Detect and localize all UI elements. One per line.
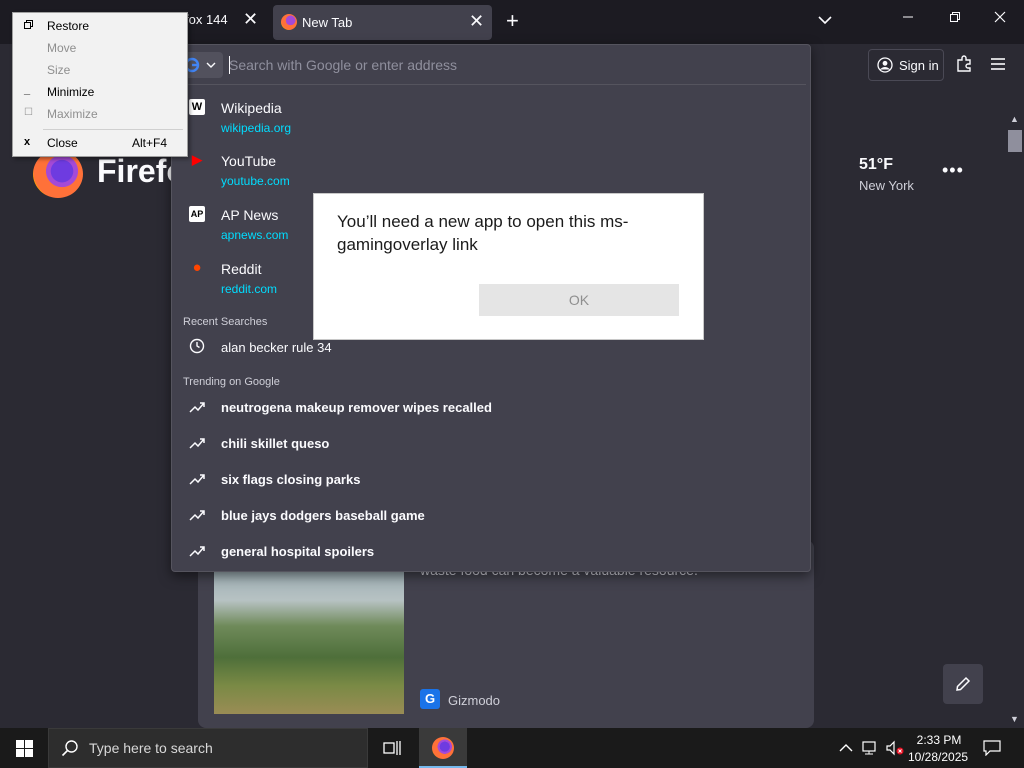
scroll-down-arrow-icon[interactable]: ▼ [1010,714,1019,724]
trending-item[interactable]: blue jays dodgers baseball game [221,508,425,523]
menu-item-close[interactable]: Close [47,136,78,150]
menu-item-minimize[interactable]: Minimize [47,85,94,99]
menu-item-maximize[interactable]: Maximize [47,107,98,121]
top-site-url[interactable]: youtube.com [221,174,290,188]
trending-arrow-icon [189,544,205,562]
window-restore-icon[interactable] [949,10,961,28]
task-view-icon[interactable] [383,740,401,761]
taskbar-clock-time[interactable]: 2:33 PM [916,733,962,747]
tab-close-icon[interactable]: ✕ [469,11,484,32]
recent-search-item[interactable]: alan becker rule 34 [221,340,332,355]
maximize-icon: ☐ [24,107,33,118]
menu-separator [43,129,183,130]
top-site-url[interactable]: wikipedia.org [221,121,291,135]
story-image[interactable] [214,572,404,714]
url-input[interactable] [229,56,789,74]
taskbar-clock-date[interactable]: 10/28/2025 [908,750,968,764]
pencil-icon [956,676,971,691]
top-site-title[interactable]: YouTube [221,153,276,169]
chevron-down-icon [206,62,216,68]
trending-item[interactable]: chili skillet queso [221,436,329,451]
tab-previous-label[interactable]: fox 144 [185,12,228,27]
restore-icon [24,20,33,31]
search-icon [61,740,78,757]
top-site-title[interactable]: AP News [221,207,278,223]
extensions-puzzle-icon[interactable] [955,55,973,78]
page-scrollbar[interactable] [1006,112,1024,728]
new-tab-button[interactable]: + [506,8,519,34]
recent-searches-heading: Recent Searches [183,316,268,328]
weather-more-options-icon[interactable]: ••• [942,160,964,181]
weather-temperature[interactable]: 51°F [859,156,893,174]
dialog-message: You’ll need a new app to open this ms-ga… [337,212,629,254]
trending-item[interactable]: six flags closing parks [221,472,360,487]
tab-label: New Tab [302,15,353,30]
top-site-url[interactable]: reddit.com [221,282,277,296]
scroll-up-arrow-icon[interactable]: ▲ [1010,114,1019,124]
youtube-icon: ▶ [192,152,202,167]
sign-in-label: Sign in [899,57,939,73]
tab-previous-close-icon[interactable]: ✕ [243,9,258,30]
sign-in-button[interactable]: Sign in [868,49,944,81]
ap-news-icon: AP [189,206,205,222]
trending-arrow-icon [189,508,205,526]
firefox-tab-icon [281,14,297,30]
network-icon[interactable] [862,740,880,759]
taskbar-search-placeholder: Type here to search [89,740,213,756]
window-close-icon[interactable] [994,10,1006,28]
url-divider [176,84,806,85]
windows-start-icon[interactable] [16,740,33,762]
minimize-icon: _ [24,84,31,96]
text-caret [229,56,230,74]
top-site-url[interactable]: apnews.com [221,228,288,242]
list-all-tabs-chevron-icon[interactable] [818,12,832,30]
taskbar-search-box[interactable]: Type here to search [48,728,368,768]
account-icon [877,57,893,73]
firefox-icon [432,737,454,759]
weather-location[interactable]: New York [859,178,914,193]
window-minimize-icon[interactable] [902,10,914,28]
history-clock-icon [189,338,205,359]
top-site-title[interactable]: Reddit [221,261,261,277]
trending-arrow-icon [189,436,205,454]
firefox-logo [33,150,83,198]
tab-new-tab[interactable]: New Tab ✕ [273,5,492,40]
menu-item-move[interactable]: Move [47,41,76,55]
notifications-icon[interactable] [983,740,1001,759]
wikipedia-icon: W [189,99,205,115]
trending-arrow-icon [189,400,205,418]
close-icon: x [24,136,31,148]
top-site-title[interactable]: Wikipedia [221,100,282,116]
taskbar-firefox-button[interactable] [419,728,467,768]
show-hidden-icons-chevron-icon[interactable] [839,740,853,756]
trending-heading: Trending on Google [183,376,280,388]
hamburger-menu-icon[interactable] [990,57,1006,76]
scrollbar-thumb[interactable] [1008,130,1022,152]
menu-item-restore[interactable]: Restore [47,19,89,33]
volume-muted-icon[interactable] [886,740,904,759]
gizmodo-logo-icon: G [420,689,440,709]
close-shortcut: Alt+F4 [132,136,168,150]
dialog-ok-button[interactable]: OK [479,284,679,316]
trending-item[interactable]: general hospital spoilers [221,544,374,559]
trending-arrow-icon [189,472,205,490]
customize-pencil-button[interactable] [943,664,983,704]
menu-item-size[interactable]: Size [47,63,70,77]
reddit-icon: ● [192,259,202,276]
story-source: Gizmodo [448,693,501,708]
trending-item[interactable]: neutrogena makeup remover wipes recalled [221,400,492,415]
